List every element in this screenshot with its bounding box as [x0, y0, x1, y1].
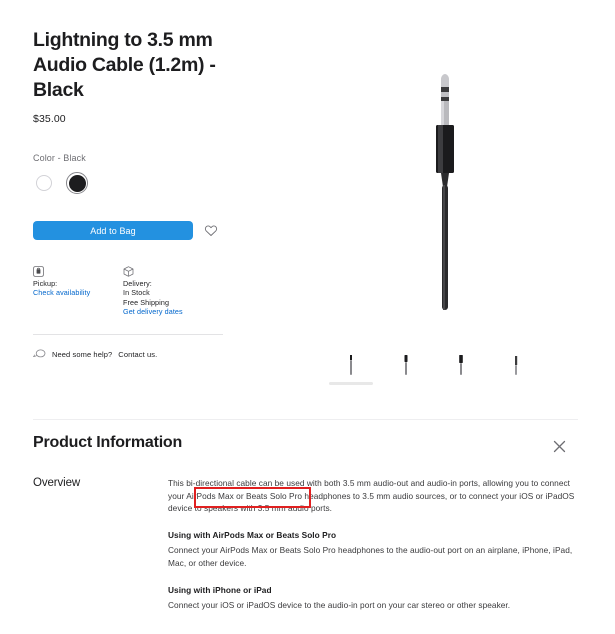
close-x-icon[interactable]: [550, 437, 568, 455]
delivery-stock: In Stock: [123, 288, 150, 298]
shopping-bag-icon: [33, 264, 44, 277]
get-delivery-dates-link[interactable]: Get delivery dates: [123, 307, 183, 316]
product-price: $35.00: [33, 113, 66, 125]
thumbnail-4[interactable]: [505, 352, 527, 385]
swatch-dot-white: [36, 175, 52, 191]
section-body-airpods: Connect your AirPods Max or Beats Solo P…: [168, 545, 573, 568]
page-title: Lightning to 3.5 mm Audio Cable (1.2m) -…: [33, 29, 216, 101]
delivery-block: Delivery: In Stock Free Shipping Get del…: [123, 264, 233, 317]
pickup-availability-link-wrap: Check availability: [33, 288, 123, 297]
heart-icon[interactable]: [204, 224, 218, 238]
color-swatch-group: [33, 172, 243, 194]
thumbnail-1[interactable]: [329, 352, 373, 385]
pickup-block: Pickup: Check availability: [33, 264, 123, 317]
product-information-header: Product Information: [33, 434, 578, 455]
thumbnail-1-image: [346, 352, 356, 378]
help-text: Need some help?: [52, 350, 113, 360]
cta-row: Add to Bag: [33, 221, 243, 240]
delivery-dates-link-wrap: Get delivery dates: [123, 307, 233, 316]
overview-label: Overview: [33, 477, 81, 489]
thumbnail-2-indicator: [384, 382, 428, 385]
product-information-title: Product Information: [33, 434, 183, 451]
color-swatch-black[interactable]: [66, 172, 88, 194]
chat-bubble-icon: [33, 346, 46, 364]
section-divider: [33, 419, 578, 420]
pickup-heading: Pickup:: [33, 279, 58, 288]
overview-paragraph: This bi-directional cable can be used wi…: [168, 478, 575, 514]
product-page: Lightning to 3.5 mm Audio Cable (1.2m) -…: [0, 0, 615, 634]
add-to-bag-button[interactable]: Add to Bag: [33, 221, 193, 240]
thumbnail-3-image: [456, 352, 466, 378]
thumbnail-strip: [329, 352, 527, 385]
check-availability-link[interactable]: Check availability: [33, 288, 90, 297]
thumbnail-4-image: [511, 352, 521, 378]
thumbnail-2-image: [401, 352, 411, 378]
swatch-dot-black: [68, 174, 86, 192]
section-body-iphone: Connect your iOS or iPadOS device to the…: [168, 600, 511, 611]
contact-us-link[interactable]: Contact us.: [118, 350, 157, 359]
thumbnail-3-indicator: [439, 382, 483, 385]
color-label: Color - Black: [33, 153, 86, 163]
thumbnail-3[interactable]: [450, 352, 472, 385]
overview-content: This bi-directional cable can be used wi…: [168, 477, 578, 612]
delivery-heading: Delivery:: [123, 279, 152, 288]
product-information-body: Overview This bi-directional cable can b…: [33, 477, 578, 612]
help-row: Need some help? Contact us.: [33, 346, 243, 364]
section-heading-airpods: Using with AirPods Max or Beats Solo Pro: [168, 529, 337, 540]
color-swatch-white[interactable]: [33, 172, 55, 194]
product-gallery: [300, 40, 590, 385]
buy-column: Lightning to 3.5 mm Audio Cable (1.2m) -…: [33, 28, 243, 364]
section-heading-iphone: Using with iPhone or iPad: [168, 584, 272, 595]
package-box-icon: [123, 264, 134, 277]
thumbnail-4-indicator: [494, 382, 538, 385]
thumbnail-1-indicator: [329, 382, 373, 385]
hero-image[interactable]: [300, 40, 590, 340]
thumbnail-2[interactable]: [395, 352, 417, 385]
fulfillment-row: Pickup: Check availability Delivery: In …: [33, 264, 243, 317]
buy-column-divider: [33, 333, 223, 335]
product-information-section: Product Information Overview This bi-dir…: [33, 434, 578, 612]
delivery-shipping: Free Shipping: [123, 297, 170, 307]
